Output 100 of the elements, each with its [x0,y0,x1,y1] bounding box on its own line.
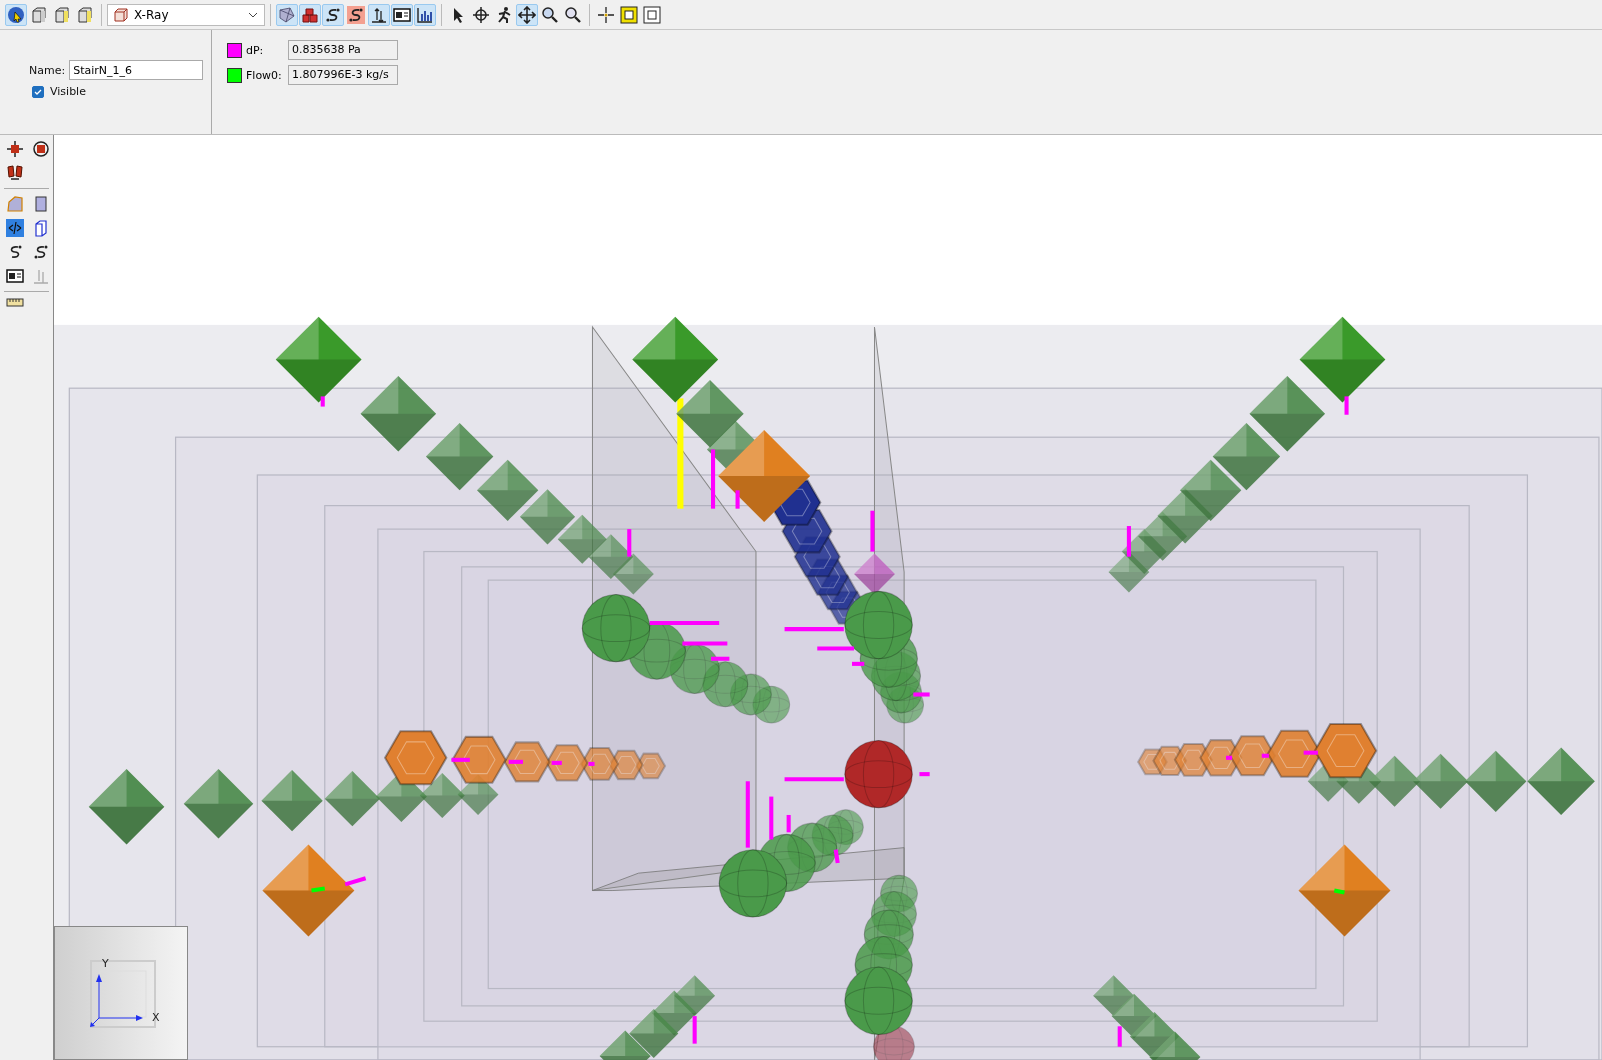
runner-icon [495,5,513,24]
wireframe-icon [278,5,296,24]
globe-icon [7,5,25,24]
octahedron-node [612,553,654,595]
octahedron-node [261,770,323,832]
y-axis-arrow [96,974,102,1019]
name-label: Name: [29,63,66,77]
hexagon-node [545,744,589,782]
flow-line [817,646,855,651]
cube-icon [53,5,71,24]
card-icon [393,5,411,24]
flow-line [1126,526,1131,557]
octahedron-node [1093,975,1134,1017]
flow-line [451,757,470,762]
fit-icon [643,5,661,24]
octahedron-node [676,380,744,448]
rotate-object-icon[interactable] [32,140,50,158]
flow-line [1303,750,1318,755]
toolbar-button[interactable] [322,3,344,26]
hexagon-node [383,730,448,786]
octahedron-node [1412,753,1469,809]
flow-line [311,886,326,893]
flow-line [1117,1026,1122,1047]
flow-line [913,692,930,697]
link-icon[interactable] [6,219,24,237]
path-icon[interactable] [32,243,50,261]
octahedron-node [1465,750,1527,812]
toolbar-button[interactable] [391,3,413,26]
toolbar-button[interactable] [5,3,27,26]
flow-line [1333,888,1345,895]
octahedron-node [477,459,539,521]
sphere-node [844,590,913,660]
flow-line [786,814,791,833]
octahedron-node [1180,459,1242,521]
result-label: Flow0: [246,68,283,82]
x-axis-arrow [98,1015,143,1021]
octahedron-node [1527,747,1595,815]
octahedron-node [425,422,494,491]
flow-line [1261,753,1269,758]
flow-line [627,529,632,557]
ruler-icon[interactable] [6,298,24,308]
flow-line [711,449,716,509]
octahedron-node [557,514,607,564]
toolbar-button[interactable] [414,3,436,26]
flow-line [745,781,750,848]
move-icon [518,5,536,24]
card-icon[interactable] [6,267,24,285]
visible-checkbox[interactable] [32,85,44,98]
mirror-object-icon[interactable] [6,164,24,182]
rectangle-icon[interactable] [32,195,50,213]
zoom-icon [541,5,559,24]
hexagon-node [503,741,551,783]
visible-label: Visible [50,85,86,98]
cube-icon [76,5,94,24]
hexagon-node [451,735,507,784]
flow-line [784,777,844,782]
octahedron-node [519,489,576,545]
flow-line [769,796,774,840]
3d-viewport[interactable]: Y X [54,135,1602,1060]
flow-line [588,761,595,766]
flow-line [784,627,844,632]
fit-icon [620,5,638,24]
flow-line [1226,755,1233,760]
flow-line [833,849,840,864]
flow-line [852,661,865,666]
bar-chart-icon [416,5,434,24]
flow-line [508,759,523,764]
view-mode-dropdown[interactable]: X-Ray [107,3,265,26]
toolbar-button[interactable] [299,3,321,26]
flow-line [692,1016,697,1044]
cube-icon [114,7,128,22]
sphere-node [718,849,788,918]
hexagon-node [1313,723,1378,779]
y-axis-label: Y [102,957,109,970]
flow-line [919,772,930,777]
name-field[interactable]: StairN_1_6 [69,60,204,80]
result-value-field: 1.807996E-3 kg/s [288,65,398,85]
path-icon [347,5,365,24]
sphere-node [581,593,651,663]
cube-icon [30,5,48,24]
wall-shape-icon[interactable] [6,195,24,213]
octahedron-node [324,771,380,827]
flow-line [682,641,728,646]
flow-line [735,490,740,509]
toolbar-button[interactable] [368,3,390,26]
toolbar-button[interactable] [345,3,367,26]
toolbar-button[interactable] [516,3,538,26]
result-label: dP: [246,43,265,57]
door-icon[interactable] [32,219,50,237]
flow-line [320,396,325,407]
result-value-field: 0.835638 Pa [288,40,398,60]
move-object-icon[interactable] [6,140,24,158]
flow-line [344,876,367,887]
orbit-icon [472,5,490,24]
crosshair-icon [597,5,615,24]
blocks-icon [301,5,319,24]
flow-line [551,760,562,765]
flow-line [1344,396,1349,415]
flow-line [870,510,875,552]
flow-line [711,656,730,661]
